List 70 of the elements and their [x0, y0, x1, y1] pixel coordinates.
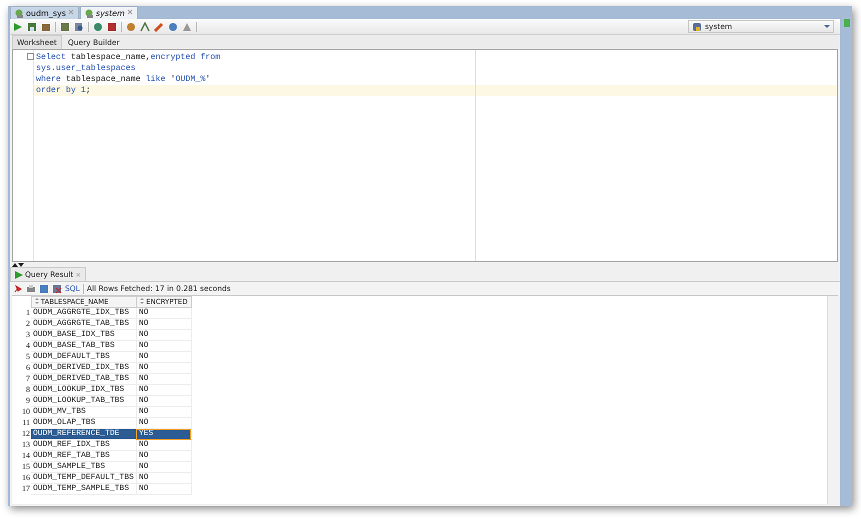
table-cell[interactable]: NO	[136, 318, 192, 330]
row-number: 3	[25, 330, 31, 340]
table-cell[interactable]: NO	[136, 396, 192, 406]
table-cell[interactable]: OUDM_DERIVED_IDX_TBS	[31, 362, 136, 374]
run-icon[interactable]	[13, 22, 23, 32]
table-cell[interactable]: NO	[136, 330, 192, 340]
row-number: 16	[21, 472, 31, 484]
document-tab[interactable]: system	[80, 6, 138, 19]
sort-icon	[34, 298, 38, 304]
toolbar-icon[interactable]	[60, 22, 70, 32]
table-cell[interactable]: NO	[136, 450, 192, 462]
row-number: 11	[21, 418, 31, 428]
table-cell[interactable]: OUDM_AGGRGTE_IDX_TBS	[31, 308, 136, 318]
table-cell[interactable]: NO	[136, 462, 192, 472]
caret-icon	[824, 25, 830, 28]
table-cell[interactable]: OUDM_SAMPLE_TBS	[31, 462, 136, 472]
table-cell[interactable]: NO	[136, 472, 192, 484]
table-cell[interactable]: OUDM_LOOKUP_IDX_TBS	[31, 384, 136, 396]
printer-icon[interactable]	[26, 284, 36, 294]
table-cell[interactable]: NO	[136, 406, 192, 418]
table-cell[interactable]: OUDM_BASE_TAB_TBS	[31, 340, 136, 352]
database-icon[interactable]	[15, 8, 24, 18]
row-number: 17	[21, 484, 31, 494]
table-cell[interactable]: OUDM_LOOKUP_TAB_TBS	[31, 396, 136, 406]
table-cell[interactable]: OUDM_MV_TBS	[31, 406, 136, 418]
row-number: 10	[21, 406, 31, 418]
code-line: sys.user_tablespaces	[35, 63, 137, 74]
row-number: 15	[21, 462, 31, 472]
table-cell[interactable]: OUDM_DERIVED_TAB_TBS	[31, 374, 136, 384]
table-cell[interactable]: OUDM_BASE_IDX_TBS	[31, 330, 136, 340]
delete-icon[interactable]	[52, 284, 62, 294]
sort-icon	[140, 298, 144, 304]
table-cell[interactable]: NO	[136, 362, 192, 374]
table-cell[interactable]: NO	[136, 308, 192, 318]
table-cell[interactable]: OUDM_TEMP_SAMPLE_TBS	[31, 484, 136, 494]
table-cell[interactable]: NO	[136, 374, 192, 384]
toolbar-icon[interactable]	[74, 22, 84, 32]
table-cell[interactable]: OUDM_TEMP_DEFAULT_TBS	[31, 472, 136, 484]
row-number: 5	[25, 352, 31, 362]
row-number: 8	[25, 384, 31, 396]
row-number: 7	[25, 374, 31, 384]
database-icon	[692, 22, 702, 32]
table-cell[interactable]: NO	[136, 340, 192, 352]
row-number: 6	[25, 362, 31, 374]
table-cell[interactable]: OUDM_REFERENCE_TDE	[31, 428, 136, 440]
row-number: 1	[25, 308, 31, 318]
table-cell[interactable]: OUDM_REF_TAB_TBS	[31, 450, 136, 462]
row-number: 2	[25, 318, 31, 330]
table-cell[interactable]: OUDM_REF_IDX_TBS	[31, 440, 136, 450]
row-number: 13	[21, 440, 31, 450]
close-icon[interactable]	[68, 9, 74, 15]
table-cell[interactable]: YES	[136, 428, 192, 440]
table-cell[interactable]: NO	[136, 484, 192, 494]
table-cell[interactable]: OUDM_DEFAULT_TBS	[31, 352, 136, 362]
row-number: 4	[25, 340, 31, 352]
code-line: where tablespace_name like 'OUDM_%'	[35, 74, 212, 85]
table-cell[interactable]: NO	[136, 384, 192, 396]
table-cell[interactable]: OUDM_AGGRGTE_TAB_TBS	[31, 318, 136, 330]
row-number: 14	[21, 450, 31, 462]
close-icon[interactable]	[126, 9, 133, 15]
scrollbar[interactable]	[827, 296, 838, 504]
row-number: 9	[25, 396, 31, 406]
table-cell[interactable]: NO	[136, 440, 192, 450]
document-tab[interactable]: oudm_sys	[10, 6, 79, 19]
code-line: Select tablespace_name,encrypted from	[35, 52, 222, 63]
fold-icon[interactable]	[27, 53, 34, 60]
table-cell[interactable]: NO	[136, 352, 192, 362]
run-icon	[15, 270, 23, 278]
database-icon[interactable]	[84, 8, 94, 18]
row-number: 12	[21, 428, 31, 440]
